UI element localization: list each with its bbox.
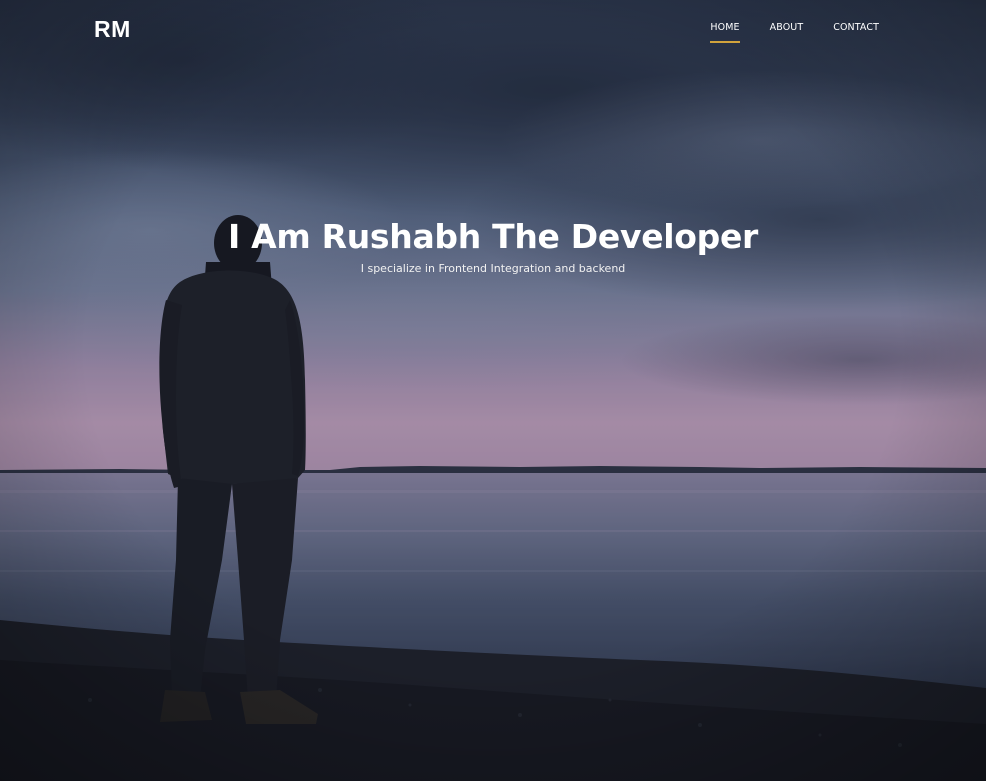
nav-item-home-label: HOME — [710, 22, 740, 33]
site-logo[interactable]: RM — [94, 16, 131, 43]
main-nav: HOME ABOUT CONTACT — [710, 22, 879, 43]
active-nav-indicator — [710, 41, 740, 43]
nav-item-about[interactable]: ABOUT — [770, 22, 804, 38]
hero-text-block: I Am Rushabh The Developer I specialize … — [0, 214, 986, 276]
hero-subtitle: I specialize in Frontend Integration and… — [360, 262, 626, 275]
hero-background-image — [0, 0, 986, 781]
nav-item-home[interactable]: HOME — [710, 22, 740, 43]
nav-item-contact[interactable]: CONTACT — [833, 22, 879, 38]
hero-section: RM HOME ABOUT CONTACT I Am Rushabh The D… — [0, 0, 986, 781]
hero-title: I Am Rushabh The Developer — [227, 217, 759, 256]
nav-item-contact-label: CONTACT — [833, 22, 879, 33]
nav-item-about-label: ABOUT — [769, 22, 804, 33]
